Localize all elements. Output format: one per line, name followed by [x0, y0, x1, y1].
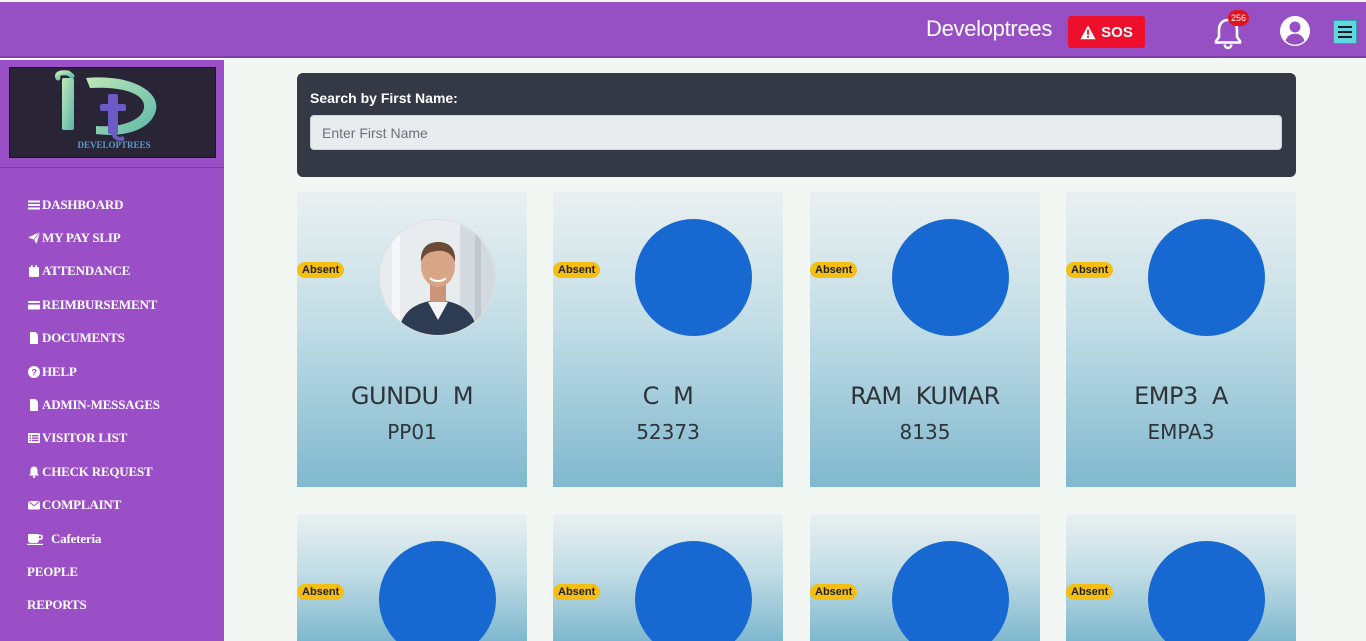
sidebar-item-my-pay-slip[interactable]: MY PAY SLIP — [27, 221, 160, 254]
sidebar-item-help[interactable]: ? HELP — [27, 355, 160, 388]
bars-icon — [27, 199, 40, 211]
employee-card[interactable]: Absent — [553, 514, 783, 641]
sidebar-item-documents[interactable]: DOCUMENTS — [27, 322, 160, 355]
avatar — [635, 219, 752, 336]
hamburger-line — [1338, 26, 1352, 28]
employee-card[interactable]: Absent — [810, 514, 1040, 641]
sidebar-item-label: DASHBOARD — [42, 196, 124, 212]
sidebar: DEVELOPTREES DASHBOARD MY PAY SLIP ATTEN… — [0, 60, 224, 641]
avatar — [1148, 541, 1265, 641]
envelope-icon — [27, 499, 40, 511]
list-icon — [27, 432, 40, 444]
search-panel: Search by First Name: — [297, 73, 1296, 177]
first-name-search-input[interactable] — [310, 115, 1282, 150]
avatar — [379, 541, 496, 641]
sidebar-item-label: MY PAY SLIP — [42, 230, 121, 246]
status-badge: Absent — [553, 584, 601, 600]
status-badge: Absent — [553, 262, 601, 278]
employee-code: EMPA3 — [1147, 420, 1215, 444]
employee-code: 52373 — [636, 420, 700, 444]
sidebar-item-cafeteria[interactable]: Cafeteria — [27, 522, 160, 555]
hamburger-line — [1338, 31, 1352, 33]
sidebar-item-label: Cafeteria — [51, 530, 102, 546]
sidebar-item-label: ATTENDANCE — [42, 263, 131, 279]
status-badge: Absent — [810, 262, 858, 278]
employee-card[interactable]: Absent RAM KUMAR 8135 — [810, 192, 1040, 487]
sidebar-item-label: VISITOR LIST — [42, 430, 128, 446]
hamburger-menu-button[interactable] — [1333, 20, 1357, 44]
employee-name: RAM KUMAR — [850, 382, 1000, 410]
sidebar-item-label: CHECK REQUEST — [42, 463, 153, 479]
logo-wordmark: DEVELOPTREES — [77, 140, 150, 150]
sos-label: SOS — [1101, 23, 1133, 41]
employee-card[interactable]: Absent GUNDU M PP01 — [297, 192, 527, 487]
status-badge: Absent — [297, 584, 345, 600]
sidebar-item-label: HELP — [42, 363, 77, 379]
question-circle-icon: ? — [27, 365, 40, 378]
sidebar-item-people[interactable]: PEOPLE — [27, 555, 160, 588]
notification-count-badge: 256 — [1228, 10, 1250, 26]
developtrees-logo-icon: DEVELOPTREES — [55, 70, 157, 150]
employee-name: C M — [642, 382, 694, 410]
employee-name: EMP3 A — [1134, 382, 1228, 410]
status-badge: Absent — [297, 262, 345, 278]
paper-plane-icon — [27, 232, 40, 245]
file-icon — [27, 332, 40, 345]
company-logo[interactable]: DEVELOPTREES — [9, 67, 216, 158]
sidebar-item-check-request[interactable]: CHECK REQUEST — [27, 455, 160, 488]
sidebar-item-admin-messages[interactable]: ADMIN-MESSAGES — [27, 388, 160, 421]
sidebar-item-dashboard[interactable]: DASHBOARD — [27, 188, 160, 221]
file-icon — [27, 399, 40, 412]
avatar — [892, 219, 1009, 336]
employee-card[interactable]: Absent — [297, 514, 527, 641]
bell-icon — [27, 466, 40, 478]
brand-name[interactable]: Developtrees — [926, 16, 1052, 42]
avatar — [635, 541, 752, 641]
sidebar-item-attendance[interactable]: ATTENDANCE — [27, 255, 160, 288]
sidebar-item-complaint[interactable]: COMPLAINT — [27, 489, 160, 522]
employee-card[interactable]: Absent EMP3 A EMPA3 — [1066, 192, 1296, 487]
coffee-icon — [27, 533, 45, 545]
sidebar-item-reports[interactable]: REPORTS — [27, 589, 160, 622]
svg-text:?: ? — [31, 367, 36, 377]
sos-button[interactable]: SOS — [1068, 16, 1145, 48]
sidebar-item-reimbursement[interactable]: REIMBURSEMENT — [27, 288, 160, 321]
sidebar-item-label: PEOPLE — [27, 563, 78, 579]
sidebar-item-visitor-list[interactable]: VISITOR LIST — [27, 422, 160, 455]
avatar — [1148, 219, 1265, 336]
employee-photo-icon — [380, 220, 495, 335]
avatar — [892, 541, 1009, 641]
sidebar-nav: DASHBOARD MY PAY SLIP ATTENDANCE REIMBUR… — [27, 188, 160, 622]
sidebar-item-label: COMPLAINT — [42, 497, 122, 513]
user-account-icon[interactable] — [1279, 15, 1311, 47]
sidebar-item-label: REPORTS — [27, 597, 87, 613]
status-badge: Absent — [1066, 584, 1114, 600]
avatar — [379, 219, 496, 336]
employee-card[interactable]: Absent — [1066, 514, 1296, 641]
status-badge: Absent — [810, 584, 858, 600]
sidebar-divider — [0, 167, 224, 168]
status-badge: Absent — [1066, 262, 1114, 278]
employee-code: 8135 — [899, 420, 951, 444]
employee-card[interactable]: Absent C M 52373 — [553, 192, 783, 487]
sidebar-item-label: REIMBURSEMENT — [42, 296, 158, 312]
hamburger-line — [1338, 36, 1352, 38]
employee-name: GUNDU M — [350, 382, 474, 410]
search-label: Search by First Name: — [310, 90, 458, 106]
sidebar-item-label: DOCUMENTS — [42, 330, 125, 346]
top-navbar: Developtrees SOS 256 — [0, 2, 1366, 58]
credit-card-icon — [27, 299, 40, 311]
warning-icon — [1080, 25, 1096, 39]
sidebar-item-label: ADMIN-MESSAGES — [42, 397, 160, 413]
employee-code: PP01 — [387, 420, 437, 444]
calendar-icon — [27, 265, 40, 278]
